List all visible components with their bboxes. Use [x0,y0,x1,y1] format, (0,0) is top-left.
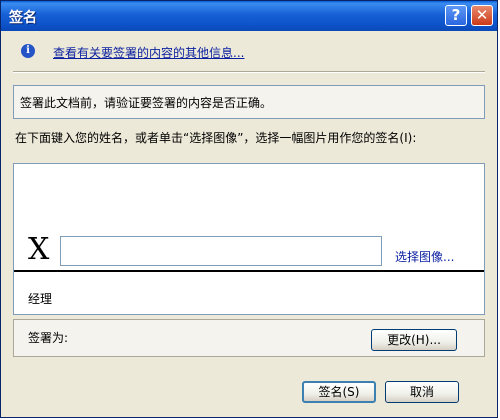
more-info-link[interactable]: 查看有关要签署的内容的其他信息... [53,44,244,61]
dialog-title: 签名 [9,10,37,26]
title-bar[interactable]: 签名 ? ✕ [1,1,497,31]
change-button[interactable]: 更改(H)... [371,329,457,351]
info-row: i 查看有关要签署的内容的其他信息... [13,41,485,63]
signature-prompt: 在下面键入您的姓名，或者单击“选择图像”，选择一幅图片用作您的签名(I): [15,131,417,145]
info-icon: i [21,44,35,58]
verify-message-panel: 签署此文档前，请验证要签署的内容是否正确。 [13,85,485,119]
help-button[interactable]: ? [445,5,467,26]
signature-name-input[interactable] [60,236,382,266]
signer-title: 经理 [28,292,53,306]
cancel-button[interactable]: 取消 [385,381,459,403]
divider [13,71,485,73]
signature-line [14,270,484,272]
help-icon: ? [451,6,461,24]
verify-message: 签署此文档前，请验证要签署的内容是否正确。 [20,96,273,110]
sign-button[interactable]: 签名(S) [302,381,376,403]
signature-dialog: 签名 ? ✕ i 查看有关要签署的内容的其他信息... 签署此文档前，请验证要签… [0,0,498,418]
close-icon: ✕ [475,6,489,24]
signature-x-mark: X [28,232,50,267]
close-button[interactable]: ✕ [471,5,493,26]
sign-as-label: 签署为: [28,331,69,345]
select-image-link[interactable]: 选择图像... [395,248,454,265]
signature-area: X 选择图像... 经理 [13,163,485,315]
